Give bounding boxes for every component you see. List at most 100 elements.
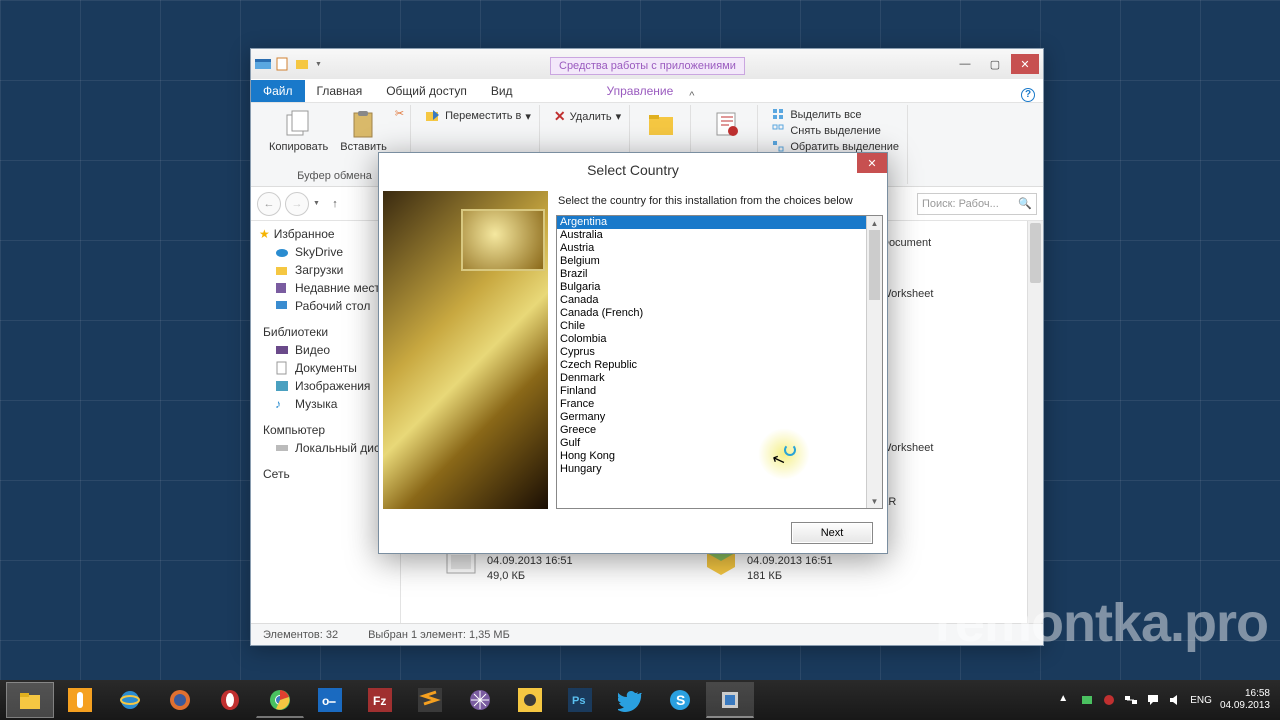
country-option[interactable]: Belgium — [557, 255, 882, 268]
minimize-ribbon-icon[interactable]: ^ — [689, 90, 694, 102]
country-option[interactable]: Australia — [557, 229, 882, 242]
file-item[interactable]: Worksheet — [881, 441, 1043, 456]
taskbar-explorer[interactable] — [6, 682, 54, 718]
tab-view[interactable]: Вид — [479, 80, 525, 102]
scroll-up-icon[interactable]: ▲ — [867, 216, 882, 230]
tray-icon[interactable]: ▲ — [1058, 693, 1072, 707]
country-option[interactable]: Brazil — [557, 268, 882, 281]
search-icon: 🔍 — [1018, 197, 1032, 210]
taskbar-skype[interactable]: S — [656, 682, 704, 718]
context-tab-header: Средства работы с приложениями — [550, 57, 745, 75]
country-option[interactable]: Hungary — [557, 463, 882, 476]
tab-file[interactable]: Файл — [251, 80, 305, 102]
close-button[interactable]: ✕ — [1011, 54, 1039, 74]
tab-home[interactable]: Главная — [305, 80, 375, 102]
svg-text:Ps: Ps — [572, 695, 585, 707]
status-bar: Элементов: 32 Выбран 1 элемент: 1,35 МБ — [251, 623, 1043, 645]
country-option[interactable]: Gulf — [557, 437, 882, 450]
up-button[interactable]: ↑ — [324, 193, 346, 215]
country-option[interactable]: Denmark — [557, 372, 882, 385]
country-option[interactable]: Colombia — [557, 333, 882, 346]
dialog-title: Select Country ✕ — [379, 153, 887, 187]
file-item[interactable]: Worksheet — [881, 287, 1043, 302]
quick-access-toolbar: ▼ — [255, 56, 322, 72]
scroll-thumb[interactable] — [869, 230, 880, 300]
properties-button[interactable] — [707, 107, 747, 143]
cut-icon[interactable]: ✂ — [395, 107, 404, 120]
taskbar: o⎯ Fz Ps S ▲ ENG 16:58 04.09.2013 — [0, 680, 1280, 720]
properties-qat-icon[interactable] — [275, 56, 291, 72]
country-option[interactable]: Canada — [557, 294, 882, 307]
tray-clock[interactable]: 16:58 04.09.2013 — [1220, 688, 1274, 712]
taskbar-sublime[interactable] — [406, 682, 454, 718]
taskbar-firefox[interactable] — [156, 682, 204, 718]
back-button[interactable]: ← — [257, 192, 281, 216]
app-icon — [255, 56, 271, 72]
next-button[interactable]: Next — [791, 522, 873, 544]
country-option[interactable]: Hong Kong — [557, 450, 882, 463]
taskbar-app-2[interactable] — [456, 682, 504, 718]
listbox-scrollbar[interactable]: ▲ ▼ — [866, 216, 882, 508]
taskbar-ie[interactable] — [106, 682, 154, 718]
status-item-count: Элементов: 32 — [263, 629, 338, 641]
taskbar-app-3[interactable] — [506, 682, 554, 718]
copy-button[interactable]: Копировать — [265, 107, 332, 155]
scroll-down-icon[interactable]: ▼ — [867, 494, 882, 508]
taskbar-chrome[interactable] — [256, 682, 304, 718]
country-option[interactable]: Austria — [557, 242, 882, 255]
status-selection: Выбран 1 элемент: 1,35 МБ — [368, 629, 510, 641]
country-option[interactable]: Czech Republic — [557, 359, 882, 372]
new-folder-button[interactable] — [643, 107, 683, 143]
tab-manage[interactable]: Управление — [595, 80, 686, 102]
new-folder-qat-icon[interactable] — [295, 56, 311, 72]
country-option[interactable]: Cyprus — [557, 346, 882, 359]
svg-text:o⎯: o⎯ — [322, 694, 336, 708]
taskbar-installer[interactable] — [706, 682, 754, 718]
taskbar-outlook[interactable]: o⎯ — [306, 682, 354, 718]
content-scrollbar[interactable] — [1027, 221, 1043, 623]
country-option[interactable]: Germany — [557, 411, 882, 424]
select-country-dialog: Select Country ✕ Select the country for … — [378, 152, 888, 554]
select-all-button[interactable]: Выделить все — [770, 107, 863, 123]
country-option[interactable]: France — [557, 398, 882, 411]
tray-action-center-icon[interactable] — [1146, 693, 1160, 707]
svg-text:Fz: Fz — [373, 694, 386, 708]
delete-button[interactable]: ✕Удалить ▾ — [552, 107, 623, 126]
system-tray: ▲ ENG 16:58 04.09.2013 — [1058, 688, 1274, 712]
country-option[interactable]: Argentina — [557, 216, 882, 229]
ribbon-tabs: Файл Главная Общий доступ Вид Управление… — [251, 79, 1043, 103]
paste-button[interactable]: Вставить — [336, 107, 391, 155]
country-option[interactable]: Finland — [557, 385, 882, 398]
taskbar-app-1[interactable] — [56, 682, 104, 718]
tray-language[interactable]: ENG — [1190, 695, 1212, 706]
search-input[interactable]: Поиск: Рабоч...🔍 — [917, 193, 1037, 215]
select-none-button[interactable]: Снять выделение — [770, 123, 883, 139]
move-to-button[interactable]: Переместить в ▾ — [423, 107, 533, 125]
dialog-banner-image — [383, 191, 548, 509]
country-option[interactable]: Bulgaria — [557, 281, 882, 294]
taskbar-photoshop[interactable]: Ps — [556, 682, 604, 718]
svg-text:S: S — [676, 692, 685, 708]
country-option[interactable]: Canada (French) — [557, 307, 882, 320]
file-item[interactable]: AR — [881, 495, 1043, 510]
tray-network-icon[interactable] — [1124, 693, 1138, 707]
country-option[interactable]: Greece — [557, 424, 882, 437]
tray-icon[interactable] — [1080, 693, 1094, 707]
tab-share[interactable]: Общий доступ — [374, 80, 479, 102]
dialog-close-button[interactable]: ✕ — [857, 153, 887, 173]
history-dropdown-icon[interactable]: ▼ — [313, 200, 320, 207]
minimize-button[interactable]: — — [951, 54, 979, 74]
qat-dropdown-icon[interactable]: ▼ — [315, 61, 322, 68]
taskbar-opera[interactable] — [206, 682, 254, 718]
tray-icon[interactable] — [1102, 693, 1116, 707]
country-option[interactable]: Chile — [557, 320, 882, 333]
dialog-instruction: Select the country for this installation… — [556, 191, 883, 215]
maximize-button[interactable]: ▢ — [981, 54, 1009, 74]
forward-button[interactable]: → — [285, 192, 309, 216]
file-item[interactable]: xDocument — [881, 221, 1043, 251]
taskbar-filezilla[interactable]: Fz — [356, 682, 404, 718]
help-icon[interactable]: ? — [1021, 88, 1035, 102]
country-listbox[interactable]: ArgentinaAustraliaAustriaBelgiumBrazilBu… — [556, 215, 883, 509]
taskbar-twitter[interactable] — [606, 682, 654, 718]
tray-volume-icon[interactable] — [1168, 693, 1182, 707]
